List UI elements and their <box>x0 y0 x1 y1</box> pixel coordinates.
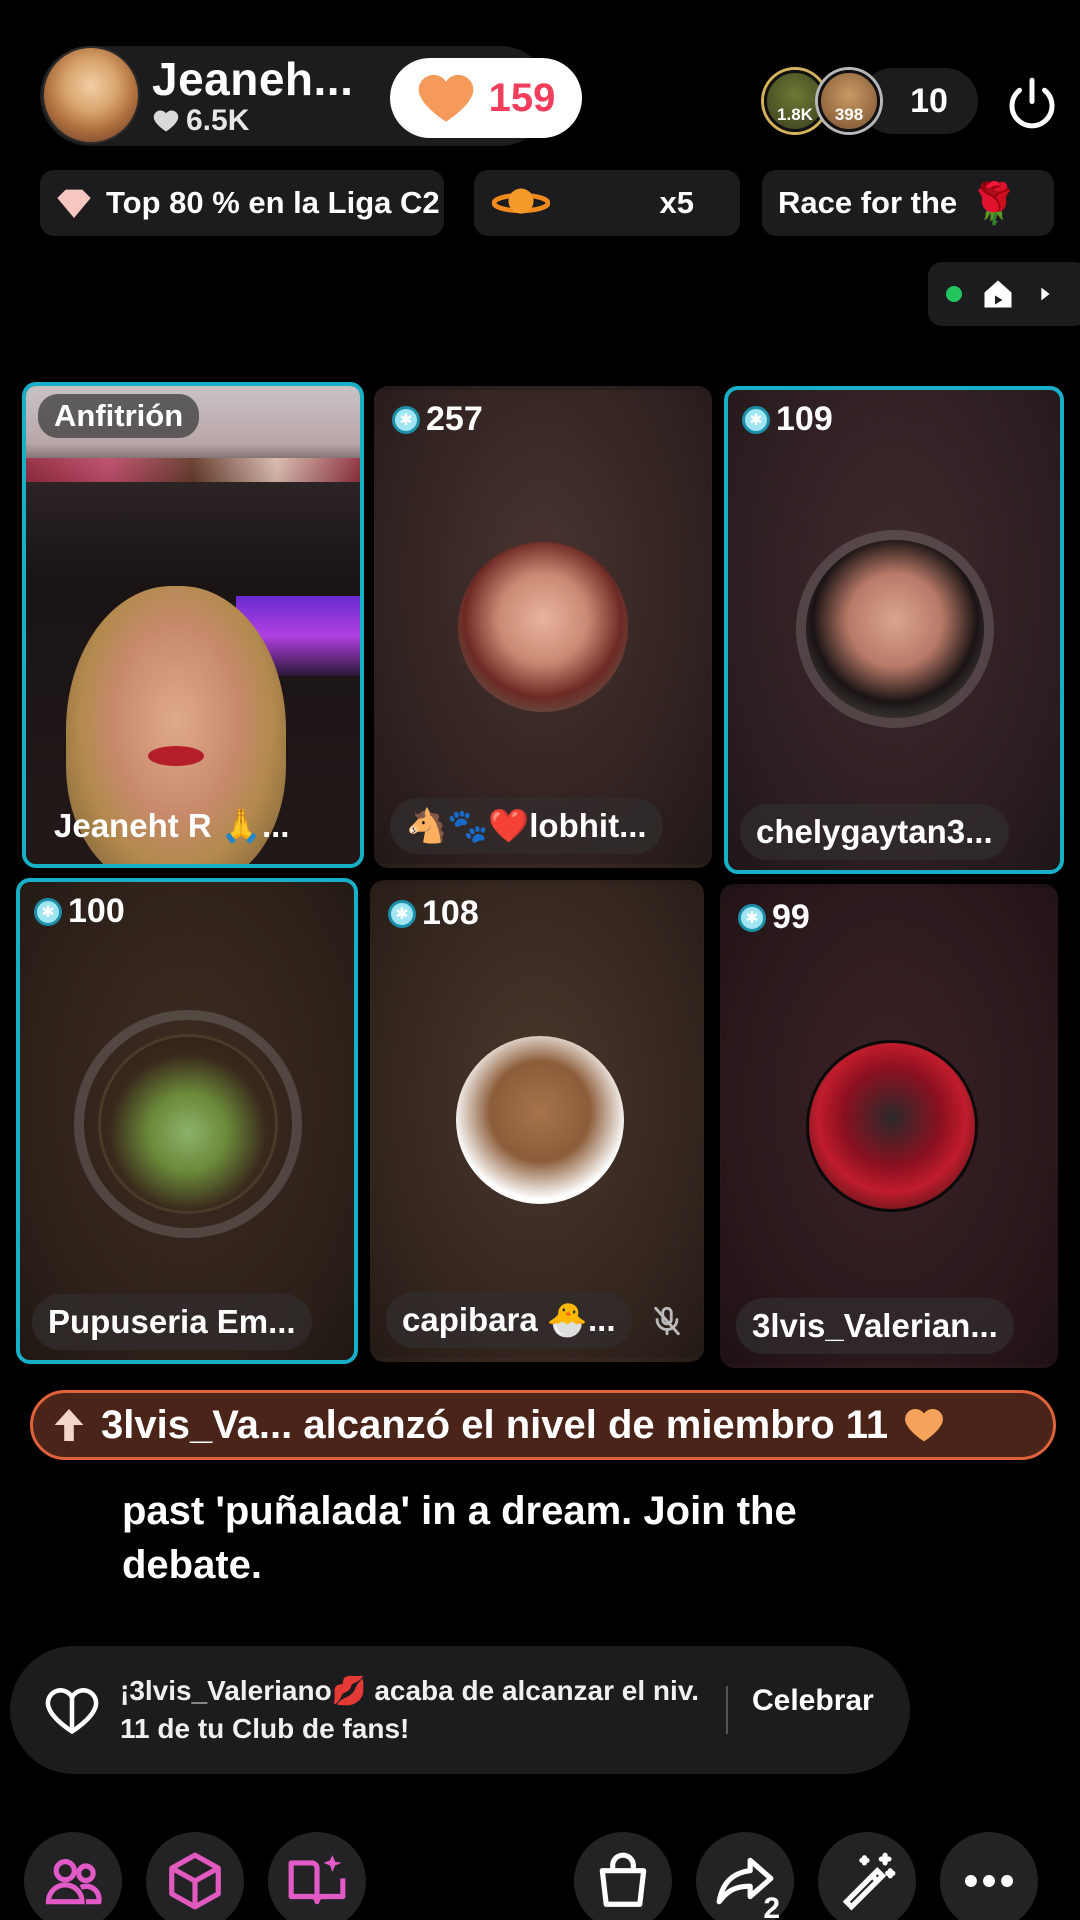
gem-icon: ✱ <box>388 899 416 928</box>
share-count: 2 <box>763 1892 780 1920</box>
multiplier-label: x5 <box>659 185 694 220</box>
host-tag: Anfitrión <box>38 394 200 438</box>
live-status-dot <box>946 286 962 302</box>
diamond-icon <box>57 189 91 218</box>
enhance-button[interactable] <box>818 1832 916 1920</box>
celebrate-button[interactable]: Celebrar <box>752 1684 874 1718</box>
guest-avatar[interactable] <box>458 542 628 712</box>
magic-wand-icon <box>842 1852 896 1911</box>
book-sparkle-icon <box>288 1855 346 1905</box>
guest-score: ✱ 108 <box>388 894 479 933</box>
league-label: Top 80 % en la Liga C2 <box>106 185 440 220</box>
guest-score-value: 108 <box>422 894 479 932</box>
guest-name: 🐴🐾❤️lobhit... <box>390 798 663 854</box>
guest-avatar[interactable] <box>98 1034 278 1214</box>
guest-tile[interactable]: ✱ 108 capibara 🐣... <box>370 880 704 1362</box>
heart-icon <box>153 110 179 132</box>
top-viewer-avatar[interactable]: 1.8K <box>764 70 826 132</box>
planet-icon <box>492 188 550 214</box>
people-icon <box>45 1859 102 1905</box>
divider <box>726 1686 728 1734</box>
like-button[interactable]: 159 <box>390 58 582 138</box>
guest-avatar[interactable] <box>456 1036 624 1204</box>
guest-name: capibara 🐣... <box>386 1292 632 1348</box>
level-up-banner: 3lvis_Va... alcanzó el nivel de miembro … <box>30 1390 1056 1460</box>
guest-score: ✱ 100 <box>34 892 125 931</box>
guest-score: ✱ 99 <box>738 898 810 937</box>
mic-off-icon <box>654 1306 680 1336</box>
guest-score-value: 100 <box>68 892 125 930</box>
more-button[interactable] <box>940 1832 1038 1920</box>
viewer-score: 1.8K <box>777 105 813 124</box>
guest-avatar[interactable] <box>806 1040 978 1212</box>
guest-name: Pupuseria Em... <box>32 1294 312 1350</box>
host-likes: 6.5K <box>152 104 249 138</box>
shopping-bag-icon <box>599 1852 647 1907</box>
more-dots-icon <box>964 1875 1014 1887</box>
gem-icon: ✱ <box>34 897 62 926</box>
level-up-text: 3lvis_Va... alcanzó el nivel de miembro … <box>101 1402 889 1447</box>
heart-icon <box>418 74 473 122</box>
chevron-right-icon[interactable] <box>1034 283 1056 305</box>
race-label: Race for the <box>778 185 958 220</box>
race-chip[interactable]: Race for the 🌹 <box>762 170 1054 236</box>
heart-icon <box>905 1408 943 1442</box>
guest-score-value: 109 <box>776 400 833 438</box>
viewer-score: 398 <box>834 105 864 124</box>
host-video-feed <box>26 386 360 864</box>
rose-icon: 🌹 <box>969 181 1019 226</box>
effects-button[interactable] <box>146 1832 244 1920</box>
top-viewer-avatar[interactable]: 398 <box>818 70 880 132</box>
live-comment: past 'puñalada' in a dream. Join the deb… <box>122 1489 797 1587</box>
like-count: 159 <box>488 75 556 120</box>
guest-score: ✱ 109 <box>742 400 833 439</box>
arrow-up-icon <box>54 1409 84 1441</box>
guest-score-value: 257 <box>426 400 483 438</box>
heart-outline-icon <box>45 1688 99 1735</box>
cube-icon <box>169 1852 221 1910</box>
host-avatar[interactable] <box>42 46 140 144</box>
guests-button[interactable] <box>24 1832 122 1920</box>
share-button[interactable]: 2 <box>696 1832 794 1920</box>
league-chip[interactable]: Top 80 % en la Liga C2 <box>40 170 444 236</box>
host-likes-count: 6.5K <box>186 104 250 137</box>
guest-tile-host[interactable]: Anfitrión Jeaneht R 🙏... <box>22 382 364 868</box>
guide-button[interactable] <box>268 1832 366 1920</box>
live-controls-panel[interactable] <box>928 262 1080 326</box>
shop-button[interactable] <box>574 1832 672 1920</box>
fan-club-notification: ¡3lvis_Valeriano💋 acaba de alcanzar el n… <box>10 1646 910 1774</box>
home-icon[interactable] <box>980 276 1016 312</box>
guest-avatar[interactable] <box>806 540 984 718</box>
multiplier-chip[interactable]: x5 <box>474 170 740 236</box>
host-lips <box>148 746 204 766</box>
gem-icon: ✱ <box>392 405 420 434</box>
host-name: Jeaneh... <box>152 53 354 105</box>
guest-score: ✱ 257 <box>392 400 483 439</box>
gem-icon: ✱ <box>738 903 766 932</box>
video-background-shelf <box>26 458 360 482</box>
guest-score-value: 99 <box>772 898 810 936</box>
fan-club-message: ¡3lvis_Valeriano💋 acaba de alcanzar el n… <box>120 1675 700 1744</box>
gem-icon: ✱ <box>742 405 770 434</box>
power-icon[interactable] <box>1002 74 1062 134</box>
guest-name: 3lvis_Valerian... <box>736 1298 1014 1354</box>
guest-tile[interactable]: ✱ 99 3lvis_Valerian... <box>720 884 1058 1368</box>
guest-tile[interactable]: ✱ 100 Pupuseria Em... <box>16 878 358 1364</box>
guest-name: Jeaneht R 🙏... <box>54 806 290 844</box>
guest-name: chelygaytan3... <box>740 804 1009 860</box>
guest-tile[interactable]: ✱ 109 chelygaytan3... <box>724 386 1064 874</box>
guest-tile[interactable]: ✱ 257 🐴🐾❤️lobhit... <box>374 386 712 868</box>
